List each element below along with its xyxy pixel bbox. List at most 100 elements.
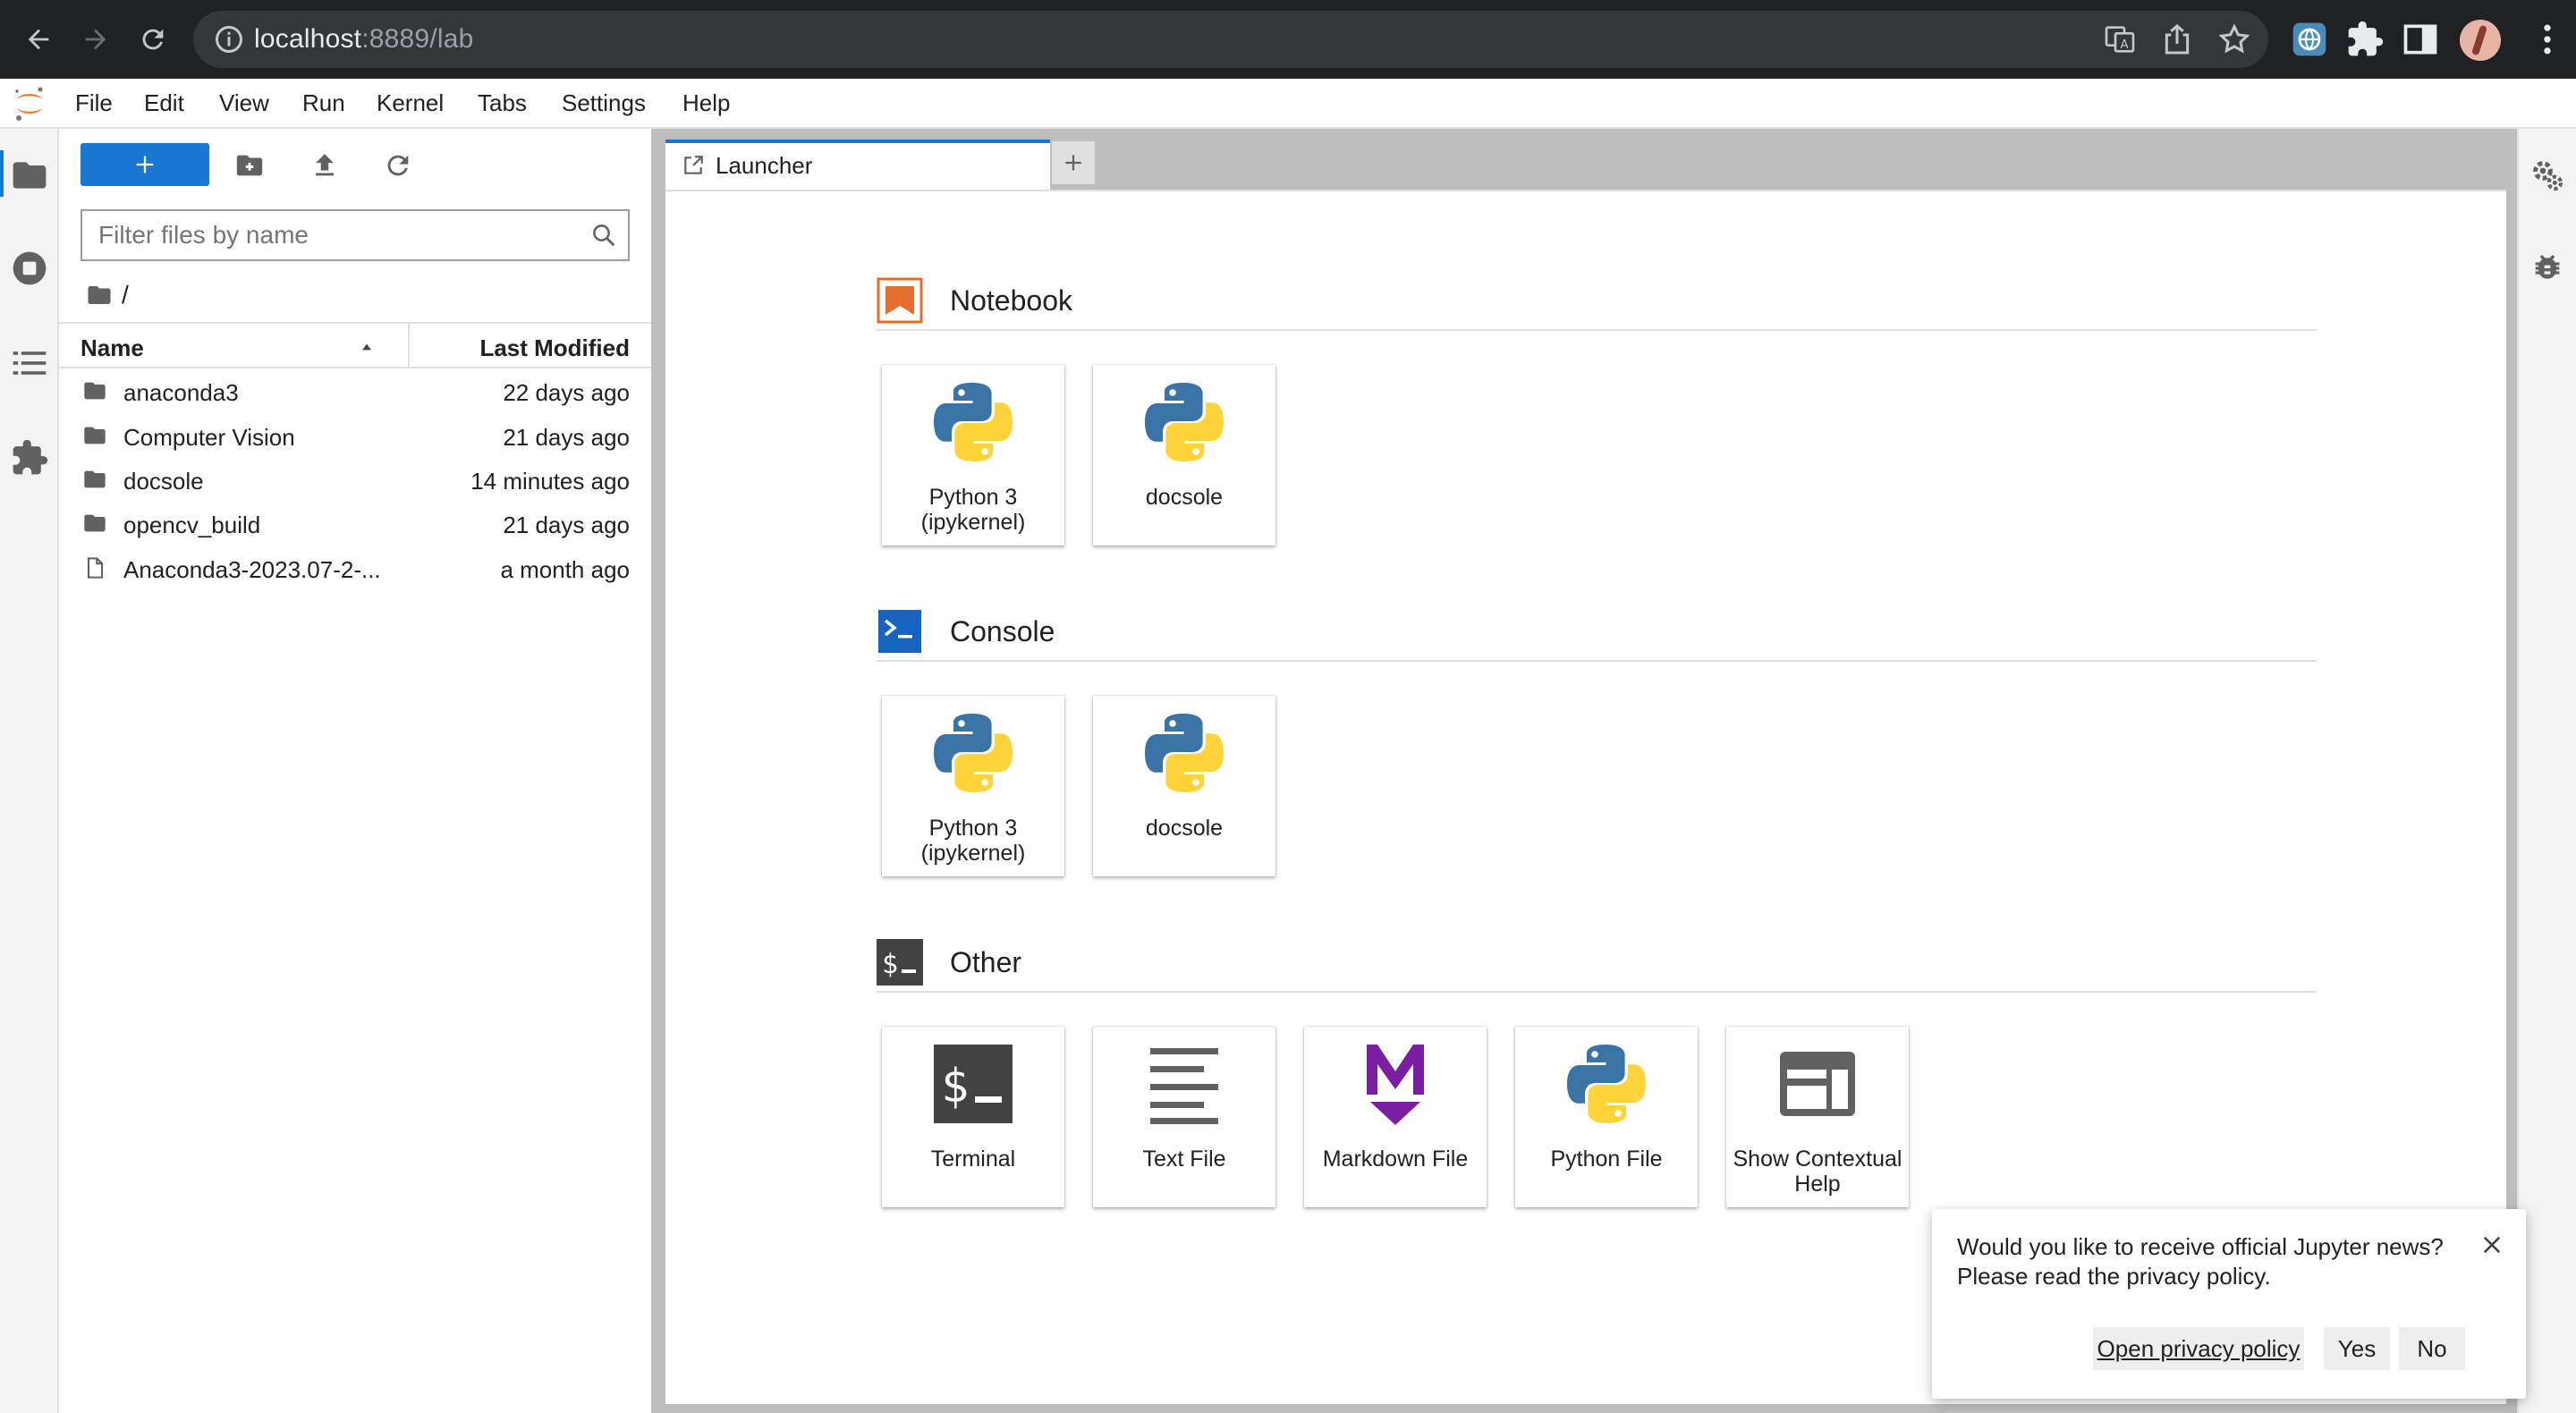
file-modified: 22 days ago [503, 379, 630, 406]
url-text: localhost:8889/lab [254, 24, 473, 55]
menu-tabs[interactable]: Tabs [478, 89, 527, 117]
file-name: anaconda3 [123, 379, 239, 406]
column-divider[interactable] [408, 324, 410, 367]
refresh-icon[interactable] [383, 150, 413, 181]
console-python3-card[interactable]: Python 3 (ipykernel) [882, 696, 1064, 876]
menu-edit[interactable]: Edit [144, 89, 184, 117]
notebook-icon [877, 277, 923, 324]
card-label: Text File [1142, 1146, 1226, 1172]
file-modified: 21 days ago [503, 424, 630, 451]
notebook-docsole-card[interactable]: docsole [1093, 365, 1275, 546]
file-browser-folder-icon[interactable] [10, 156, 49, 195]
notification-line-2: Please read the privacy policy. [1957, 1263, 2271, 1290]
other-section: $ Other $ Terminal Text File Markdown Fi… [877, 930, 2317, 1207]
menu-view[interactable]: View [219, 89, 269, 117]
browser-toolbar: localhost:8889/lab A [0, 0, 2576, 79]
file-modified: 21 days ago [503, 512, 630, 538]
side-panel-icon[interactable] [2401, 20, 2440, 59]
extension-globe-icon[interactable] [2290, 20, 2329, 59]
text-file-card[interactable]: Text File [1093, 1027, 1275, 1207]
arrow-left-icon [28, 29, 49, 50]
debugger-bug-icon[interactable] [2529, 250, 2565, 286]
upload-icon[interactable] [309, 150, 340, 181]
file-row[interactable]: Anaconda3-2023.07-2-... a month ago [59, 546, 651, 590]
address-bar[interactable]: localhost:8889/lab A [193, 11, 2268, 68]
translate-icon[interactable]: A [2102, 21, 2138, 57]
table-of-contents-icon[interactable] [10, 343, 49, 383]
forward-button[interactable] [64, 0, 127, 79]
console-docsole-card[interactable]: docsole [1093, 696, 1275, 876]
card-label: Terminal [930, 1146, 1016, 1172]
file-row[interactable]: docsole 14 minutes ago [59, 457, 651, 502]
card-label: Markdown File [1322, 1146, 1469, 1172]
extension-manager-puzzle-icon[interactable] [10, 438, 49, 478]
yes-button[interactable]: Yes [2324, 1327, 2390, 1370]
terminal-card[interactable]: $ Terminal [882, 1027, 1064, 1207]
back-button[interactable] [7, 0, 70, 79]
card-label: docsole [1145, 485, 1224, 510]
terminal-icon: $ [877, 939, 923, 986]
property-inspector-gears-icon[interactable] [2529, 157, 2565, 193]
profile-avatar[interactable] [2460, 20, 2501, 61]
menu-help[interactable]: Help [682, 89, 730, 117]
svg-text:A: A [2120, 38, 2128, 52]
notebook-section-header: Notebook [877, 268, 2317, 331]
other-section-header: $ Other [877, 930, 2317, 993]
card-label: Python File [1550, 1146, 1663, 1172]
python-logo-icon [928, 708, 1018, 798]
notebook-python3-card[interactable]: Python 3 (ipykernel) [882, 365, 1064, 546]
file-name: docsole [123, 468, 204, 495]
column-last-modified[interactable]: Last Modified [479, 334, 630, 362]
search-icon [593, 224, 615, 247]
new-folder-icon[interactable] [234, 150, 265, 181]
open-privacy-policy-button[interactable]: Open privacy policy [2093, 1327, 2304, 1370]
python-logo-icon [928, 377, 1018, 467]
extensions-puzzle-icon[interactable] [2345, 20, 2385, 59]
breadcrumb: / [86, 277, 129, 313]
folder-icon [82, 511, 107, 536]
filter-files-input[interactable] [82, 211, 583, 259]
file-name: Computer Vision [123, 424, 295, 451]
new-launcher-button[interactable] [80, 143, 209, 186]
terminal-icon: $ [934, 1045, 1013, 1123]
running-sessions-icon[interactable] [10, 249, 49, 288]
close-icon[interactable] [2479, 1232, 2504, 1257]
console-section: Console Python 3 (ipykernel) docsole [877, 599, 2317, 876]
reload-button[interactable] [122, 0, 184, 79]
new-tab-button[interactable] [1050, 140, 1097, 186]
url-host: localhost [254, 24, 362, 54]
contextual-help-card[interactable]: Show Contextual Help [1726, 1027, 1909, 1207]
file-row[interactable]: anaconda3 22 days ago [59, 368, 651, 413]
console-section-header: Console [877, 599, 2317, 662]
file-list-header: Name Last Modified [59, 322, 651, 368]
breadcrumb-root[interactable]: / [122, 281, 129, 309]
reload-icon [142, 29, 164, 50]
file-row[interactable]: Computer Vision 21 days ago [59, 413, 651, 458]
other-section-title: Other [950, 946, 1022, 978]
menu-file[interactable]: File [75, 89, 113, 117]
menu-run[interactable]: Run [302, 89, 345, 117]
jupyter-menubar: File Edit View Run Kernel Tabs Settings … [0, 79, 2576, 129]
file-row[interactable]: opencv_build 21 days ago [59, 501, 651, 546]
markdown-file-card[interactable]: Markdown File [1304, 1027, 1487, 1207]
folder-icon [82, 467, 107, 492]
info-icon[interactable] [213, 23, 245, 55]
python-file-card[interactable]: Python File [1515, 1027, 1698, 1207]
share-icon[interactable] [2159, 21, 2195, 57]
menu-kernel[interactable]: Kernel [377, 89, 444, 117]
no-button[interactable]: No [2399, 1327, 2465, 1370]
svg-text:$: $ [882, 949, 898, 980]
contextual-help-icon [1780, 1052, 1855, 1116]
bookmark-star-icon[interactable] [2216, 21, 2252, 57]
menu-settings[interactable]: Settings [562, 89, 646, 117]
home-folder-icon[interactable] [86, 282, 113, 309]
url-path: :8889/lab [361, 24, 474, 54]
kebab-menu-icon[interactable] [2528, 20, 2567, 59]
file-name: Anaconda3-2023.07-2-... [123, 556, 381, 583]
column-name[interactable]: Name [80, 334, 144, 362]
tab-launcher[interactable]: Launcher [665, 140, 1050, 190]
card-label: Show Contextual Help [1733, 1146, 1902, 1197]
console-icon [878, 610, 921, 653]
text-file-icon [1150, 1048, 1218, 1124]
folder-icon [82, 378, 107, 403]
